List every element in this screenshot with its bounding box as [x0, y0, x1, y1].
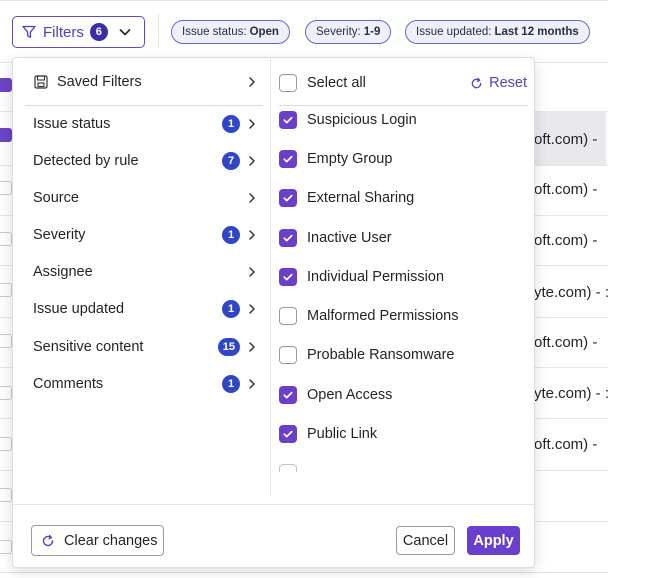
menu-item-issue-status[interactable]: Issue status 1	[33, 112, 258, 136]
chevron-right-icon	[249, 77, 255, 87]
row-checkbox-edge[interactable]	[0, 181, 12, 195]
right-panel-separator	[279, 105, 528, 106]
row-checkbox-edge[interactable]	[0, 128, 12, 142]
chevron-right-icon	[249, 342, 255, 352]
table-bottom-border	[0, 572, 608, 573]
menu-item-label: Issue updated	[33, 301, 125, 317]
row-cell-text: oft.com) -	[534, 334, 598, 351]
row-cell-text: oft.com) -	[534, 181, 598, 198]
row-cell-text: yte.com) - :	[534, 284, 610, 301]
menu-item-label: Assignee	[33, 264, 93, 280]
filters-count-badge: 6	[89, 23, 108, 41]
row-checkbox-edge[interactable]	[0, 232, 12, 246]
row-checkbox-edge[interactable]	[0, 334, 12, 348]
panel-footer-divider	[13, 504, 534, 505]
menu-item-source[interactable]: Source	[33, 186, 258, 210]
row-cell-text: oft.com) -	[534, 131, 598, 148]
chip-severity[interactable]: Severity: 1-9	[305, 20, 392, 44]
left-menu-separator	[25, 105, 263, 106]
row-checkbox-edge[interactable]	[0, 488, 12, 502]
row-checkbox-edge[interactable]	[0, 78, 12, 92]
saved-filters-label: Saved Filters	[57, 74, 142, 90]
menu-item-issue-updated[interactable]: Issue updated 1	[33, 297, 258, 321]
chevron-right-icon	[249, 156, 255, 166]
menu-item-label: Severity	[33, 227, 86, 243]
row-checkbox-edge[interactable]	[0, 437, 12, 451]
reset-icon	[42, 534, 54, 546]
reset-button[interactable]: Reset	[470, 75, 527, 91]
filters-button[interactable]: Filters 6	[12, 16, 145, 48]
table-top-border	[0, 0, 608, 1]
clear-changes-button[interactable]: Clear changes	[31, 525, 164, 556]
chip-value: Last 12 months	[494, 26, 579, 38]
chevron-right-icon	[249, 119, 255, 129]
cancel-button[interactable]: Cancel	[396, 526, 455, 555]
menu-item-comments[interactable]: Comments 1	[33, 372, 258, 396]
chevron-right-icon	[249, 230, 255, 240]
checkbox-partially-hidden[interactable]	[279, 464, 297, 472]
menu-item-count-badge: 1	[222, 115, 240, 133]
toolbar-separator	[158, 14, 159, 48]
menu-item-count-badge: 7	[222, 152, 240, 170]
chip-key: Issue status:	[182, 26, 247, 38]
select-all-row: Select all Reset	[279, 71, 527, 95]
chip-key: Severity:	[316, 26, 361, 38]
menu-item-assignee[interactable]: Assignee	[33, 260, 258, 284]
menu-item-count-badge: 1	[222, 226, 240, 244]
chevron-down-icon	[119, 29, 131, 36]
menu-item-label: Detected by rule	[33, 153, 139, 169]
menu-item-label: Source	[33, 190, 79, 206]
chevron-right-icon	[249, 304, 255, 314]
chevron-right-icon	[249, 267, 255, 277]
select-all-label[interactable]: Select all	[307, 75, 366, 91]
clear-changes-label: Clear changes	[64, 532, 158, 549]
menu-item-count-badge: 1	[222, 375, 240, 393]
menu-item-count-badge: 15	[217, 338, 240, 356]
chip-value: Open	[249, 26, 279, 38]
row-cell-text: yte.com) - :	[534, 385, 610, 402]
menu-item-label: Sensitive content	[33, 339, 144, 355]
select-all-checkbox[interactable]	[279, 74, 297, 92]
chip-value: 1-9	[363, 26, 381, 38]
chip-issue-updated[interactable]: Issue updated: Last 12 months	[405, 20, 590, 44]
menu-item-label: Comments	[33, 376, 104, 392]
option-list-overflow	[271, 107, 533, 472]
row-checkbox-edge[interactable]	[0, 386, 12, 400]
chevron-right-icon	[249, 379, 255, 389]
menu-item-sensitive-content[interactable]: Sensitive content 15	[33, 335, 258, 359]
apply-button[interactable]: Apply	[467, 526, 520, 555]
row-checkbox-edge[interactable]	[0, 540, 12, 554]
row-cell-text: oft.com) -	[534, 232, 598, 249]
saved-filters-item[interactable]: Saved Filters	[33, 70, 258, 94]
menu-item-severity[interactable]: Severity 1	[33, 223, 258, 247]
chevron-right-icon	[249, 193, 255, 203]
row-checkbox-edge[interactable]	[0, 283, 12, 297]
filter-panel: Saved Filters Issue status 1 Detected by…	[12, 57, 535, 568]
reset-icon	[471, 77, 482, 88]
chip-key: Issue updated:	[416, 26, 492, 38]
row-cell-text: oft.com) -	[534, 436, 598, 453]
menu-item-detected-by-rule[interactable]: Detected by rule 7	[33, 149, 258, 173]
reset-label: Reset	[489, 75, 527, 91]
save-icon	[34, 75, 48, 89]
chip-issue-status[interactable]: Issue status: Open	[171, 20, 290, 44]
menu-item-count-badge: 1	[222, 300, 240, 318]
menu-item-label: Issue status	[33, 116, 111, 132]
filter-funnel-icon	[22, 25, 36, 38]
filters-label: Filters	[43, 23, 84, 41]
